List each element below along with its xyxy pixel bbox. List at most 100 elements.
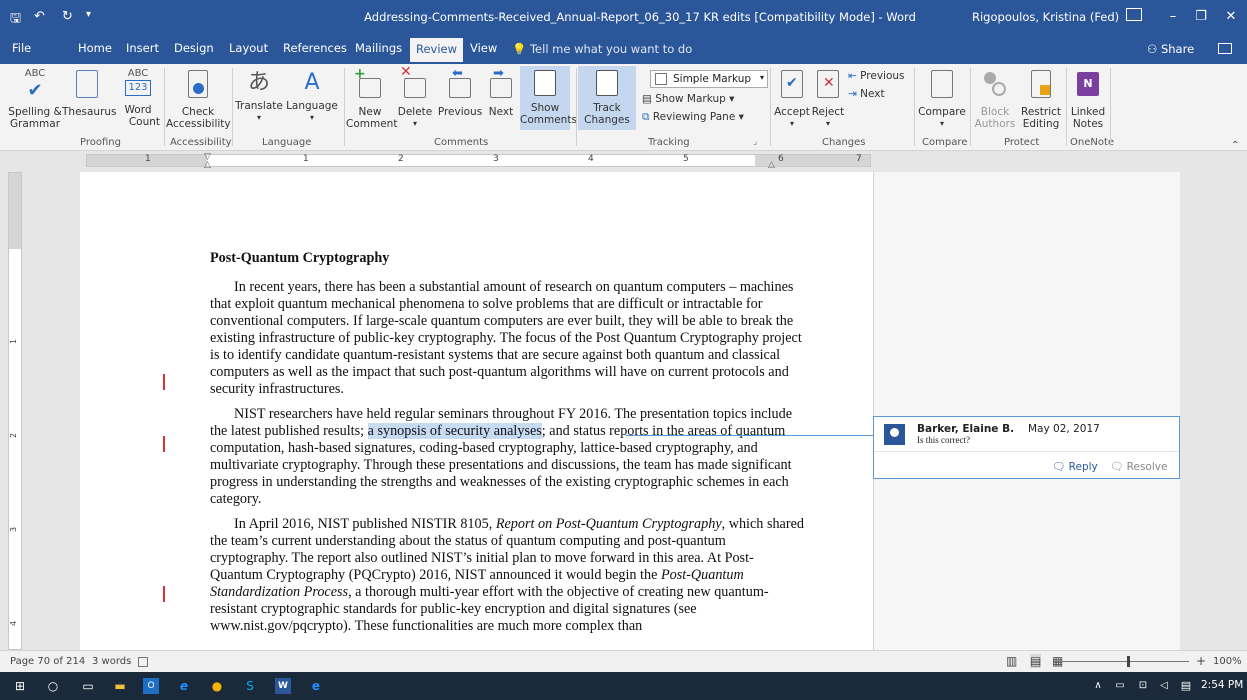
- compare-button[interactable]: Compare ▾: [916, 68, 968, 130]
- show-comments-icon: [534, 70, 556, 96]
- chrome-icon[interactable]: ●: [209, 678, 225, 694]
- proofing-status-icon[interactable]: [138, 657, 148, 667]
- accessibility-icon: [188, 70, 208, 98]
- file-explorer-icon[interactable]: ▬: [112, 678, 128, 694]
- user-name[interactable]: Rigopoulos, Kristina (Fed): [972, 10, 1119, 24]
- restore-icon[interactable]: ❐: [1188, 6, 1214, 28]
- tab-home[interactable]: Home: [78, 41, 112, 55]
- accept-button[interactable]: ✔ Accept ▾: [772, 68, 812, 130]
- close-icon[interactable]: ✕: [1218, 6, 1244, 28]
- right-indent-icon[interactable]: △: [768, 160, 775, 170]
- print-layout-icon[interactable]: ▤: [1030, 654, 1042, 668]
- search-icon[interactable]: ○: [45, 678, 61, 694]
- tab-layout[interactable]: Layout: [229, 41, 268, 55]
- previous-comment-button[interactable]: ⬅ Previous: [436, 67, 484, 118]
- tab-view[interactable]: View: [470, 41, 497, 55]
- skype-icon[interactable]: S: [242, 678, 258, 694]
- tab-design[interactable]: Design: [174, 41, 214, 55]
- word-icon[interactable]: W: [275, 678, 291, 694]
- save-icon[interactable]: 🖫: [10, 9, 21, 31]
- tab-references[interactable]: References: [283, 41, 347, 55]
- dialog-launcher-icon[interactable]: ⌟: [753, 137, 757, 147]
- delete-comment-icon: ✕: [400, 65, 426, 98]
- document-page[interactable]: Post-Quantum Cryptography In recent year…: [80, 172, 1180, 650]
- minimize-icon[interactable]: –: [1160, 6, 1186, 28]
- document-body[interactable]: Post-Quantum Cryptography In recent year…: [210, 250, 806, 643]
- comments-icon[interactable]: [1218, 43, 1232, 54]
- show-comments-button[interactable]: Show Comments: [520, 66, 577, 130]
- hanging-indent-icon[interactable]: △: [204, 160, 211, 170]
- word-count-icon: ABC: [127, 68, 149, 79]
- ribbon-display-options-icon[interactable]: [1126, 8, 1142, 21]
- commented-text[interactable]: a synopsis of security analyses: [367, 423, 542, 439]
- change-bar[interactable]: [163, 436, 165, 452]
- redo-icon[interactable]: ↻: [62, 9, 73, 24]
- zoom-level[interactable]: 100%: [1213, 656, 1242, 667]
- tab-insert[interactable]: Insert: [126, 41, 159, 55]
- block-authors-button[interactable]: Block Authors: [972, 68, 1018, 130]
- title-bar: 🖫 ↶ ↻ ▾ Addressing-Comments-Received_Ann…: [0, 0, 1247, 34]
- collapse-ribbon-icon[interactable]: ⌃: [1231, 140, 1239, 151]
- edge-icon[interactable]: e: [308, 678, 324, 694]
- word-count-button[interactable]: ABC 123 Word Count: [116, 68, 161, 128]
- person-icon: ⚇: [1147, 42, 1161, 56]
- translate-button[interactable]: あ Translate ▾: [234, 68, 284, 124]
- customize-qat-icon[interactable]: ▾: [86, 9, 91, 20]
- undo-icon[interactable]: ↶: [34, 9, 45, 24]
- track-changes-icon: [596, 70, 618, 96]
- show-markup-icon: ▤: [642, 93, 656, 105]
- ie-icon[interactable]: e: [176, 678, 192, 694]
- language-button[interactable]: A Language ▾: [284, 68, 340, 124]
- vertical-ruler[interactable]: 1 2 3 4: [8, 172, 22, 650]
- check-accessibility-button[interactable]: Check Accessibility: [166, 68, 231, 130]
- tab-file[interactable]: File: [12, 41, 31, 55]
- comment-balloon[interactable]: Barker, Elaine B. May 02, 2017 Is this c…: [873, 416, 1180, 479]
- tab-mailings[interactable]: Mailings: [355, 41, 402, 55]
- windows-start-icon[interactable]: ⊞: [12, 678, 28, 694]
- show-markup-dropdown[interactable]: ▤ Show Markup ▾: [642, 93, 734, 105]
- page-count[interactable]: Page 70 of 214: [10, 656, 85, 667]
- outlook-icon[interactable]: O: [143, 678, 159, 694]
- tell-me-box[interactable]: 💡 Tell me what you want to do: [512, 42, 692, 56]
- thesaurus-button[interactable]: Thesaurus: [62, 68, 117, 118]
- thesaurus-icon: [76, 70, 98, 98]
- reviewing-pane-dropdown[interactable]: ⧉ Reviewing Pane ▾: [642, 111, 744, 124]
- zoom-slider-thumb[interactable]: [1127, 656, 1130, 667]
- comment-text[interactable]: Is this correct?: [917, 435, 970, 445]
- network-icon[interactable]: ⊡: [1135, 678, 1151, 694]
- lock-icon: [1031, 70, 1051, 98]
- horizontal-ruler[interactable]: 1 1 2 3 4 5 6 7 ▽ △ △: [0, 151, 1247, 171]
- battery-icon[interactable]: ▭: [1112, 678, 1128, 694]
- zoom-in-icon[interactable]: +: [1196, 654, 1206, 668]
- next-change-button[interactable]: ⇥ Next: [848, 88, 885, 100]
- section-heading: Post-Quantum Cryptography: [210, 250, 390, 266]
- group-onenote: OneNote: [1070, 137, 1115, 148]
- task-view-icon[interactable]: ▭: [80, 678, 96, 694]
- new-comment-button[interactable]: + New Comment: [346, 67, 397, 130]
- restrict-editing-button[interactable]: Restrict Editing: [1018, 68, 1064, 130]
- tab-review[interactable]: Review: [410, 38, 464, 62]
- group-comments: Comments: [434, 137, 489, 148]
- spelling-grammar-button[interactable]: ABC ✔ Spelling & Grammar: [4, 68, 66, 130]
- notifications-icon[interactable]: ▤: [1178, 678, 1194, 694]
- previous-change-button[interactable]: ⇤ Previous: [848, 70, 905, 82]
- change-bar[interactable]: [163, 586, 165, 602]
- block-authors-icon: [982, 70, 1008, 98]
- next-comment-button[interactable]: ➡ Next: [484, 67, 518, 118]
- share-button[interactable]: ⚇ Share: [1147, 42, 1194, 56]
- change-bar[interactable]: [163, 374, 165, 390]
- resolve-button[interactable]: 🗨 Resolve: [1110, 460, 1167, 473]
- reject-button[interactable]: ✕ Reject ▾: [810, 68, 846, 130]
- document-area[interactable]: Post-Quantum Cryptography In recent year…: [22, 172, 1247, 650]
- linked-notes-button[interactable]: N Linked Notes: [1068, 68, 1108, 130]
- zoom-slider[interactable]: [1059, 661, 1189, 662]
- track-changes-button[interactable]: Track Changes: [578, 66, 636, 130]
- volume-icon[interactable]: ◁: [1156, 678, 1172, 694]
- read-mode-icon[interactable]: ▥: [1006, 654, 1017, 668]
- markup-view-select[interactable]: Simple Markup ▾: [650, 70, 768, 88]
- delete-comment-button[interactable]: ✕ Delete ▾: [394, 65, 436, 130]
- hidden-icons-chevron-icon[interactable]: ∧: [1090, 678, 1106, 694]
- reply-button[interactable]: 🗨 Reply: [1052, 460, 1098, 473]
- word-count[interactable]: 3 words: [92, 656, 131, 667]
- clock[interactable]: 2:54 PM: [1201, 679, 1243, 691]
